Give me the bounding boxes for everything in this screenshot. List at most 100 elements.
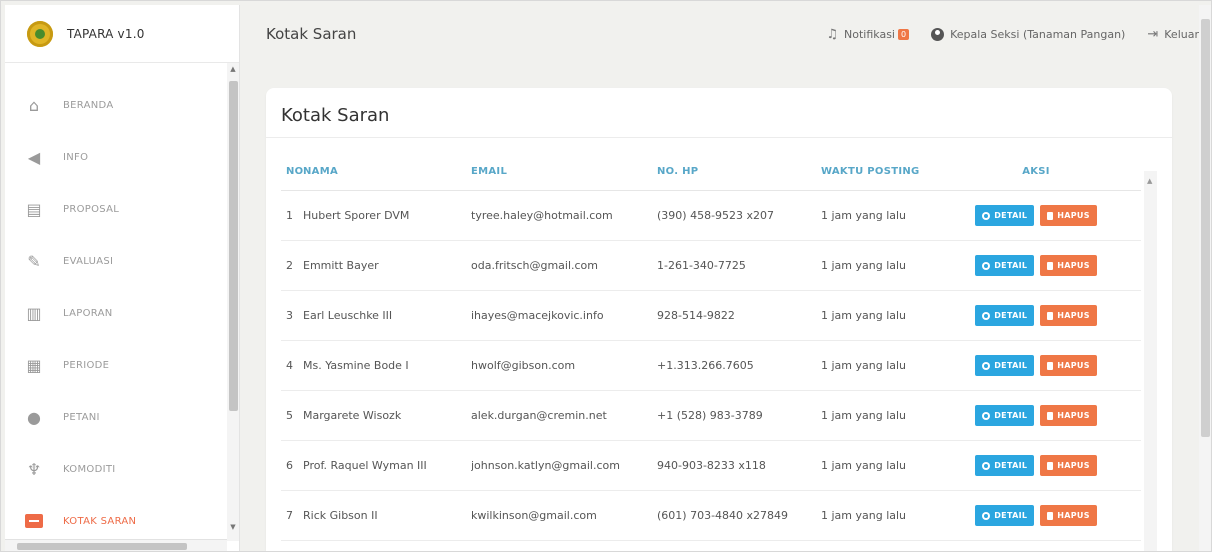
row-phone: 940-903-8233 x118: [657, 459, 766, 472]
row-number: 2: [286, 259, 293, 272]
detail-button[interactable]: DETAIL: [975, 205, 1035, 226]
notifications-button[interactable]: ♫ Notifikasi 0: [826, 26, 910, 42]
row-actions: DETAIL HAPUS: [951, 205, 1121, 226]
trash-icon: [1047, 461, 1054, 470]
eye-icon: [982, 261, 991, 270]
delete-button-label: HAPUS: [1057, 361, 1090, 370]
detail-button[interactable]: DETAIL: [975, 455, 1035, 476]
detail-button-label: DETAIL: [994, 261, 1028, 270]
trash-icon: [1047, 511, 1054, 520]
detail-button[interactable]: DETAIL: [975, 355, 1035, 376]
sidebar-item-petani[interactable]: ● PETANI: [5, 391, 227, 443]
sidebar-nav: ⌂ BERANDA ◀ INFO ▤ PROPOSAL ✎ EVALUASI ▥…: [5, 79, 227, 547]
delete-button[interactable]: HAPUS: [1040, 405, 1097, 426]
delete-button[interactable]: HAPUS: [1040, 355, 1097, 376]
notification-count-badge: 0: [898, 28, 910, 40]
delete-button[interactable]: HAPUS: [1040, 205, 1097, 226]
user-icon: [931, 27, 945, 41]
eye-icon: [982, 511, 991, 520]
delete-button-label: HAPUS: [1057, 261, 1090, 270]
trash-icon: [1047, 311, 1054, 320]
row-name: Earl Leuschke III: [303, 309, 393, 322]
detail-button[interactable]: DETAIL: [975, 255, 1035, 276]
row-name: Rick Gibson II: [303, 509, 378, 522]
sidebar-item-label: INFO: [63, 151, 89, 163]
sidebar-item-label: EVALUASI: [63, 255, 114, 267]
row-phone: 928-514-9822: [657, 309, 735, 322]
detail-button[interactable]: DETAIL: [975, 505, 1035, 526]
sidebar-item-label: BERANDA: [63, 99, 114, 111]
table-row: 5 Margarete Wisozk alek.durgan@cremin.net +…: [281, 391, 1141, 441]
eye-icon: [982, 411, 991, 420]
detail-button[interactable]: DETAIL: [975, 305, 1035, 326]
detail-button-label: DETAIL: [994, 411, 1028, 420]
table-row: 4 Ms. Yasmine Bode I hwolf@gibson.com +1.31…: [281, 341, 1141, 391]
column-header-nama: NAMA: [303, 166, 338, 177]
notifications-label: Notifikasi: [844, 27, 895, 41]
user-name: Kepala Seksi (Tanaman Pangan): [950, 27, 1126, 41]
column-header-no: NO: [286, 166, 304, 177]
sidebar-item-info[interactable]: ◀ INFO: [5, 131, 227, 183]
sidebar-item-proposal[interactable]: ▤ PROPOSAL: [5, 183, 227, 235]
sidebar-scrollbar-thumb[interactable]: [229, 81, 238, 411]
row-actions: DETAIL HAPUS: [951, 505, 1121, 526]
row-posted-time: 1 jam yang lalu: [821, 259, 907, 272]
row-number: 6: [286, 459, 293, 472]
sidebar-item-periode[interactable]: ▦ PERIODE: [5, 339, 227, 391]
logout-button[interactable]: ⇥ Keluar: [1147, 27, 1199, 42]
row-email: johnson.katlyn@gmail.com: [471, 459, 620, 472]
app-window: TAPARA v1.0 ⌂ BERANDA ◀ INFO ▤ PROPOSAL …: [0, 0, 1212, 552]
bell-icon: ♫: [826, 26, 839, 42]
brand[interactable]: TAPARA v1.0: [5, 5, 239, 63]
detail-button-label: DETAIL: [994, 211, 1028, 220]
plant-icon: ♆: [26, 459, 42, 479]
header-actions: ♫ Notifikasi 0 Kepala Seksi (Tanaman Pan…: [804, 27, 1199, 42]
row-posted-time: 1 jam yang lalu: [821, 209, 907, 222]
delete-button[interactable]: HAPUS: [1040, 305, 1097, 326]
sidebar-horizontal-scrollbar[interactable]: [5, 539, 227, 551]
user-menu[interactable]: Kepala Seksi (Tanaman Pangan): [931, 27, 1126, 41]
delete-button[interactable]: HAPUS: [1040, 455, 1097, 476]
card-divider: [266, 137, 1172, 138]
evaluation-icon: ✎: [27, 251, 41, 271]
sidebar-item-komoditi[interactable]: ♆ KOMODITI: [5, 443, 227, 495]
row-name: Emmitt Bayer: [303, 259, 379, 272]
row-posted-time: 1 jam yang lalu: [821, 509, 907, 522]
delete-button[interactable]: HAPUS: [1040, 505, 1097, 526]
table-row: 2 Emmitt Bayer oda.fritsch@gmail.com 1-261-…: [281, 241, 1141, 291]
scroll-up-icon[interactable]: ▲: [1147, 177, 1152, 185]
row-number: 1: [286, 209, 293, 222]
scroll-down-icon[interactable]: ▼: [228, 523, 238, 531]
delete-button-label: HAPUS: [1057, 211, 1090, 220]
delete-button-label: HAPUS: [1057, 511, 1090, 520]
top-header: Kotak Saran ♫ Notifikasi 0 Kepala Seksi …: [241, 5, 1199, 63]
row-actions: DETAIL HAPUS: [951, 255, 1121, 276]
sidebar-item-evaluasi[interactable]: ✎ EVALUASI: [5, 235, 227, 287]
delete-button[interactable]: HAPUS: [1040, 255, 1097, 276]
row-posted-time: 1 jam yang lalu: [821, 459, 907, 472]
sidebar-item-laporan[interactable]: ▥ LAPORAN: [5, 287, 227, 339]
logo-icon: [27, 20, 53, 47]
row-email: kwilkinson@gmail.com: [471, 509, 597, 522]
trash-icon: [1047, 211, 1054, 220]
document-icon: ▤: [26, 199, 42, 219]
logout-label: Keluar: [1164, 27, 1199, 41]
horizontal-scrollbar-thumb[interactable]: [17, 543, 187, 550]
row-phone: +1 (528) 983-3789: [657, 409, 763, 422]
row-email: alek.durgan@cremin.net: [471, 409, 607, 422]
row-name: Hubert Sporer DVM: [303, 209, 410, 222]
sidebar-item-beranda[interactable]: ⌂ BERANDA: [5, 79, 227, 131]
detail-button[interactable]: DETAIL: [975, 405, 1035, 426]
row-number: 7: [286, 509, 293, 522]
table-row: 7 Rick Gibson II kwilkinson@gmail.com (601)…: [281, 491, 1141, 541]
row-email: hwolf@gibson.com: [471, 359, 576, 372]
table-scrollbar[interactable]: [1144, 171, 1157, 551]
row-email: tyree.haley@hotmail.com: [471, 209, 613, 222]
row-name: Margarete Wisozk: [303, 409, 402, 422]
page-scrollbar-thumb[interactable]: [1201, 19, 1210, 437]
scroll-up-icon[interactable]: ▲: [228, 65, 238, 73]
calendar-icon: ▦: [26, 355, 42, 375]
row-posted-time: 1 jam yang lalu: [821, 309, 907, 322]
detail-button-label: DETAIL: [994, 361, 1028, 370]
row-name: Prof. Raquel Wyman III: [303, 459, 427, 472]
